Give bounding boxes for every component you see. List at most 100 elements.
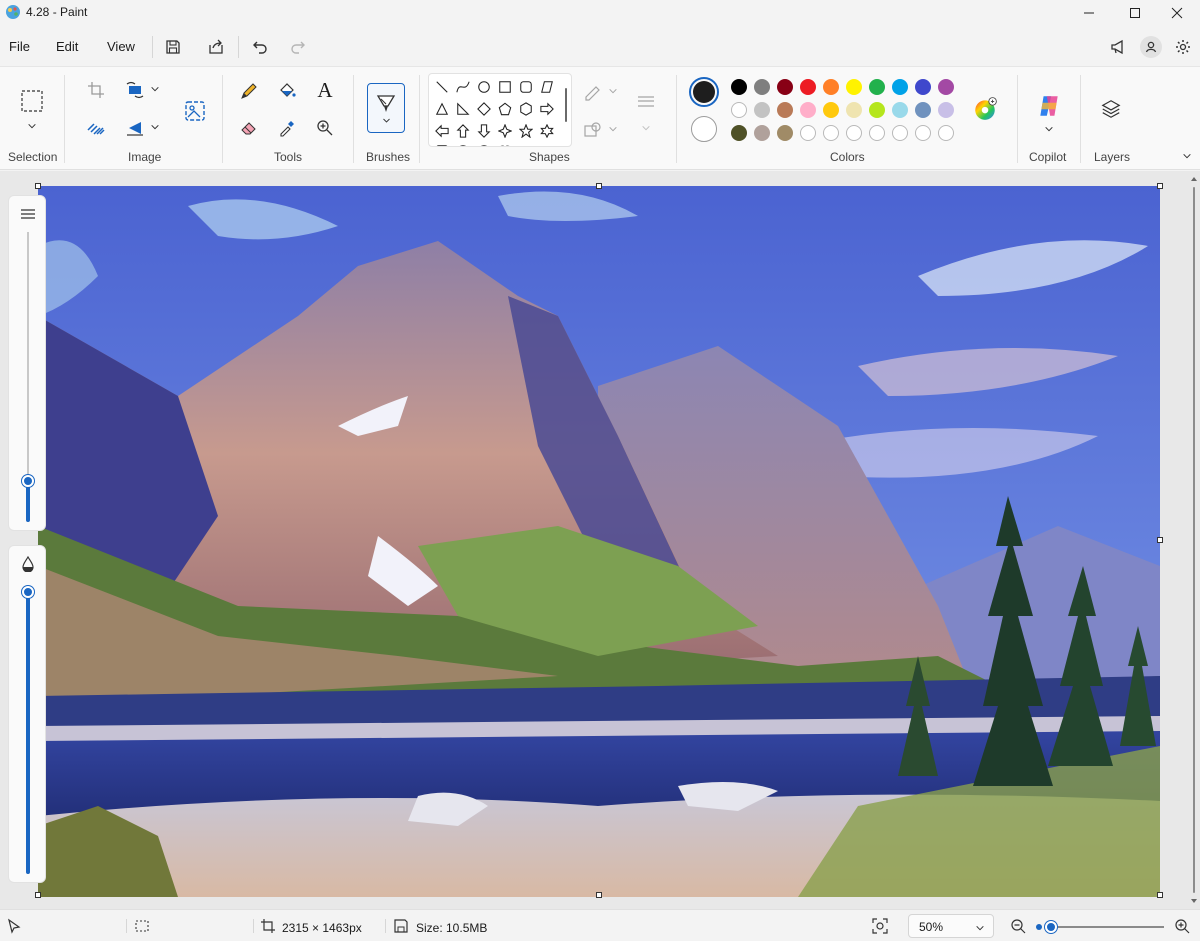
callout-oval-shape[interactable] bbox=[454, 142, 472, 146]
custom-color-slot[interactable] bbox=[892, 125, 908, 141]
fill-style-dropdown[interactable] bbox=[604, 120, 622, 138]
custom-color-slot[interactable] bbox=[800, 125, 816, 141]
brushes-button[interactable] bbox=[367, 83, 405, 133]
menu-edit[interactable]: Edit bbox=[56, 39, 78, 54]
share-button[interactable] bbox=[205, 36, 227, 58]
select-button[interactable] bbox=[18, 87, 46, 115]
custom-color-slot[interactable] bbox=[915, 125, 931, 141]
callout-cloud-shape[interactable] bbox=[475, 142, 493, 146]
fill-style-button[interactable] bbox=[580, 117, 606, 143]
left-arrow-shape[interactable] bbox=[433, 122, 451, 140]
palette-swatch[interactable] bbox=[800, 79, 816, 95]
palette-swatch[interactable] bbox=[938, 102, 954, 118]
palette-swatch[interactable] bbox=[915, 102, 931, 118]
custom-color-slot[interactable] bbox=[823, 125, 839, 141]
resize-handle[interactable] bbox=[1157, 892, 1163, 898]
menu-file[interactable]: File bbox=[9, 39, 30, 54]
resize-handle[interactable] bbox=[596, 183, 602, 189]
pentagon-shape[interactable] bbox=[496, 100, 514, 118]
palette-swatch[interactable] bbox=[869, 79, 885, 95]
drawing-canvas[interactable] bbox=[38, 186, 1160, 897]
secondary-color[interactable] bbox=[691, 116, 717, 142]
triangle-shape[interactable] bbox=[433, 100, 451, 118]
menu-view[interactable]: View bbox=[107, 39, 135, 54]
copilot-button[interactable] bbox=[1034, 91, 1064, 121]
minimize-button[interactable] bbox=[1066, 0, 1112, 26]
flip-dropdown[interactable] bbox=[146, 118, 164, 136]
text-tool[interactable]: A bbox=[312, 77, 338, 103]
five-point-star-shape[interactable] bbox=[517, 122, 535, 140]
right-triangle-shape[interactable] bbox=[454, 100, 472, 118]
palette-swatch[interactable] bbox=[777, 125, 793, 141]
custom-color-slot[interactable] bbox=[869, 125, 885, 141]
feedback-button[interactable] bbox=[1107, 36, 1129, 58]
resize-handle[interactable] bbox=[1157, 537, 1163, 543]
resize-handle[interactable] bbox=[596, 892, 602, 898]
palette-swatch[interactable] bbox=[731, 79, 747, 95]
palette-swatch[interactable] bbox=[754, 79, 770, 95]
remove-background-button[interactable] bbox=[83, 115, 109, 141]
up-arrow-shape[interactable] bbox=[454, 122, 472, 140]
undo-button[interactable] bbox=[249, 36, 271, 58]
settings-button[interactable] bbox=[1172, 36, 1194, 58]
fit-to-window-button[interactable] bbox=[869, 916, 891, 936]
shapes-scrollbar[interactable] bbox=[565, 88, 567, 122]
close-button[interactable] bbox=[1154, 0, 1200, 26]
maximize-button[interactable] bbox=[1112, 0, 1158, 26]
custom-color-slot[interactable] bbox=[846, 125, 862, 141]
palette-swatch[interactable] bbox=[800, 102, 816, 118]
zoom-slider-thumb[interactable] bbox=[1045, 921, 1058, 933]
right-arrow-shape[interactable] bbox=[538, 100, 556, 118]
palette-swatch[interactable] bbox=[892, 102, 908, 118]
palette-swatch[interactable] bbox=[846, 102, 862, 118]
zoom-select[interactable]: 50% bbox=[908, 914, 994, 938]
heart-shape[interactable] bbox=[496, 142, 514, 146]
save-button[interactable] bbox=[162, 36, 184, 58]
color-picker-tool[interactable] bbox=[274, 115, 300, 141]
palette-swatch[interactable] bbox=[731, 102, 747, 118]
hexagon-shape[interactable] bbox=[517, 100, 535, 118]
copilot-dropdown[interactable] bbox=[1040, 120, 1058, 138]
four-point-star-shape[interactable] bbox=[496, 122, 514, 140]
polygon-shape[interactable] bbox=[538, 78, 556, 96]
callout-rounded-shape[interactable] bbox=[433, 142, 451, 146]
curve-shape[interactable] bbox=[454, 78, 472, 96]
palette-swatch[interactable] bbox=[777, 102, 793, 118]
outline-button[interactable] bbox=[580, 79, 606, 105]
diamond-shape[interactable] bbox=[475, 100, 493, 118]
redo-button[interactable] bbox=[287, 36, 309, 58]
flip-button[interactable] bbox=[122, 115, 148, 141]
line-shape[interactable] bbox=[433, 78, 451, 96]
palette-swatch[interactable] bbox=[731, 125, 747, 141]
palette-swatch[interactable] bbox=[823, 102, 839, 118]
expand-ribbon-button[interactable] bbox=[1178, 147, 1196, 165]
fill-tool[interactable] bbox=[274, 78, 300, 104]
vertical-scrollbar[interactable] bbox=[1188, 171, 1200, 909]
account-button[interactable] bbox=[1140, 36, 1162, 58]
primary-color[interactable] bbox=[689, 77, 719, 107]
resize-handle[interactable] bbox=[35, 892, 41, 898]
stroke-size-dropdown[interactable] bbox=[637, 119, 655, 137]
palette-swatch[interactable] bbox=[892, 79, 908, 95]
palette-swatch[interactable] bbox=[823, 79, 839, 95]
custom-color-slot[interactable] bbox=[938, 125, 954, 141]
crop-button[interactable] bbox=[83, 77, 109, 103]
down-arrow-shape[interactable] bbox=[475, 122, 493, 140]
six-point-star-shape[interactable] bbox=[538, 122, 556, 140]
palette-swatch[interactable] bbox=[777, 79, 793, 95]
resize-dropdown[interactable] bbox=[146, 80, 164, 98]
rectangle-shape[interactable] bbox=[496, 78, 514, 96]
oval-shape[interactable] bbox=[475, 78, 493, 96]
zoom-slider-track[interactable] bbox=[1048, 926, 1164, 928]
palette-swatch[interactable] bbox=[754, 125, 770, 141]
magnifier-tool[interactable] bbox=[312, 115, 338, 141]
palette-swatch[interactable] bbox=[915, 79, 931, 95]
zoom-out-button[interactable] bbox=[1010, 918, 1028, 936]
opacity-thumb[interactable] bbox=[22, 586, 34, 598]
zoom-in-button[interactable] bbox=[1174, 918, 1192, 936]
palette-swatch[interactable] bbox=[846, 79, 862, 95]
rounded-rectangle-shape[interactable] bbox=[517, 78, 535, 96]
outline-dropdown[interactable] bbox=[604, 82, 622, 100]
select-dropdown[interactable] bbox=[19, 117, 45, 135]
image-creator-button[interactable] bbox=[181, 97, 209, 125]
